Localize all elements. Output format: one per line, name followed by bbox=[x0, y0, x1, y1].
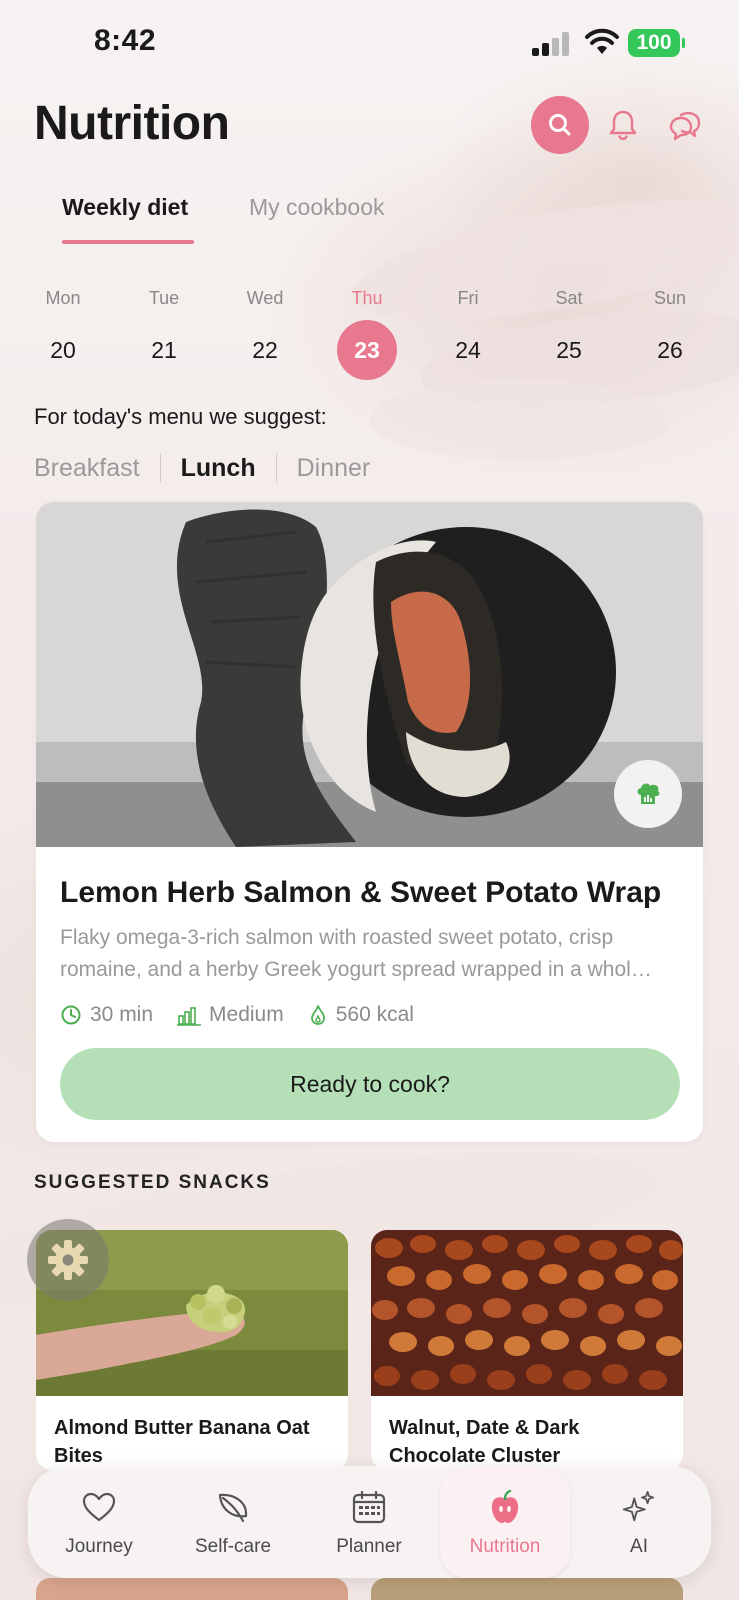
day-name: Sun bbox=[653, 288, 687, 308]
difficulty-bars-icon bbox=[177, 1007, 202, 1026]
chef-hat-button[interactable] bbox=[614, 760, 682, 828]
wifi-icon bbox=[584, 28, 620, 56]
chef-hat-icon bbox=[637, 783, 660, 804]
day-name: Mon bbox=[45, 288, 81, 308]
heart-icon bbox=[80, 1488, 118, 1526]
tab-label: Self-care bbox=[194, 1536, 272, 1557]
prep-time: 30 min bbox=[60, 1003, 153, 1027]
day-mon[interactable]: Mon 20 bbox=[13, 286, 113, 380]
meal-lunch[interactable]: Lunch bbox=[181, 454, 256, 483]
day-thu-selected[interactable]: Thu 23 bbox=[317, 286, 417, 380]
tab-label: Planner bbox=[336, 1536, 402, 1557]
snack-title: Walnut, Date & Dark Chocolate Cluster bbox=[389, 1417, 580, 1467]
snack-card[interactable]: Walnut, Date & Dark Chocolate Cluster bbox=[371, 1230, 683, 1470]
active-tab-indicator bbox=[62, 240, 194, 244]
page-title: Nutrition bbox=[34, 97, 230, 150]
meal-dinner[interactable]: Dinner bbox=[297, 454, 371, 483]
tab-planner[interactable]: Planner bbox=[304, 1466, 434, 1578]
snack-title: Almond Butter Banana Oat Bites bbox=[54, 1417, 310, 1467]
divider bbox=[159, 453, 161, 483]
snack-card-peek bbox=[371, 1578, 683, 1600]
day-date: 22 bbox=[252, 337, 278, 363]
divider bbox=[275, 453, 277, 483]
recipe-description: Flaky omega-3-rich salmon with roasted s… bbox=[60, 926, 652, 981]
day-date: 24 bbox=[455, 337, 481, 363]
snack-image bbox=[371, 1230, 683, 1396]
difficulty: Medium bbox=[177, 1003, 284, 1027]
suggestion-label: For today's menu we suggest: bbox=[34, 404, 327, 429]
day-wed[interactable]: Wed 22 bbox=[215, 286, 315, 380]
status-bar: 8:42 100 bbox=[0, 0, 739, 88]
day-name: Thu bbox=[351, 288, 383, 308]
leaf-icon bbox=[214, 1488, 252, 1526]
tab-label: Nutrition bbox=[469, 1536, 541, 1557]
battery-indicator: 100 bbox=[628, 29, 685, 57]
tab-journey[interactable]: Journey bbox=[34, 1466, 164, 1578]
calories: 560 kcal bbox=[308, 1003, 414, 1027]
ready-to-cook-button[interactable]: Ready to cook? bbox=[60, 1048, 680, 1120]
chat-icon bbox=[669, 111, 701, 141]
day-date: 23 bbox=[337, 320, 397, 380]
tab-ai[interactable]: AI bbox=[574, 1466, 704, 1578]
status-time: 8:42 bbox=[94, 24, 157, 57]
prep-time-value: 30 min bbox=[90, 1003, 154, 1026]
tab-my-cookbook[interactable]: My cookbook bbox=[249, 194, 385, 221]
tab-self-care[interactable]: Self-care bbox=[168, 1466, 298, 1578]
day-tue[interactable]: Tue 21 bbox=[114, 286, 214, 380]
diet-tabs: Weekly diet My cookbook bbox=[0, 194, 739, 246]
tab-label: Journey bbox=[65, 1536, 133, 1557]
snacks-section-title: SUGGESTED SNACKS bbox=[34, 1172, 271, 1193]
recipe-image bbox=[36, 502, 703, 847]
day-sun[interactable]: Sun 26 bbox=[620, 286, 720, 380]
tab-label: AI bbox=[630, 1536, 648, 1557]
tab-nutrition-active[interactable]: Nutrition bbox=[440, 1466, 570, 1578]
day-sat[interactable]: Sat 25 bbox=[519, 286, 619, 380]
day-date: 25 bbox=[556, 337, 582, 363]
day-name: Wed bbox=[246, 288, 284, 308]
notifications-button[interactable] bbox=[594, 96, 652, 154]
cellular-signal-icon bbox=[532, 32, 572, 56]
search-button[interactable] bbox=[531, 96, 589, 154]
day-fri[interactable]: Fri 24 bbox=[418, 286, 518, 380]
calories-value: 560 kcal bbox=[335, 1003, 414, 1026]
recipe-title: Lemon Herb Salmon & Sweet Potato Wrap bbox=[60, 876, 662, 909]
calendar-icon bbox=[350, 1488, 388, 1526]
day-name: Sat bbox=[555, 288, 583, 308]
apple-icon bbox=[486, 1488, 524, 1526]
meal-selector: Breakfast Lunch Dinner bbox=[34, 450, 370, 486]
recipe-card[interactable]: Lemon Herb Salmon & Sweet Potato Wrap Fl… bbox=[36, 502, 703, 1142]
day-name: Tue bbox=[148, 288, 180, 308]
search-icon bbox=[549, 114, 571, 136]
clock-icon bbox=[61, 1005, 81, 1025]
bottom-tab-bar: Journey Self-care Planner Nutrition AI bbox=[28, 1466, 711, 1578]
gear-icon bbox=[48, 1240, 88, 1280]
week-day-picker: Mon 20 Tue 21 Wed 22 Thu 23 Fri 24 Sat 2… bbox=[13, 286, 727, 380]
day-name: Fri bbox=[457, 288, 479, 308]
tab-weekly-diet[interactable]: Weekly diet bbox=[62, 194, 188, 221]
flame-icon bbox=[310, 1005, 325, 1025]
snack-card-peek bbox=[36, 1578, 348, 1600]
difficulty-value: Medium bbox=[209, 1003, 284, 1026]
settings-floating-button[interactable] bbox=[27, 1219, 109, 1301]
day-date: 26 bbox=[657, 337, 683, 363]
meal-breakfast[interactable]: Breakfast bbox=[34, 454, 140, 483]
day-date: 21 bbox=[151, 337, 177, 363]
day-date: 20 bbox=[50, 337, 76, 363]
sparkles-icon bbox=[620, 1488, 658, 1526]
messages-button[interactable] bbox=[656, 96, 714, 154]
bell-icon bbox=[609, 110, 637, 140]
recipe-meta: 30 min Medium 560 kcal bbox=[60, 1000, 438, 1030]
